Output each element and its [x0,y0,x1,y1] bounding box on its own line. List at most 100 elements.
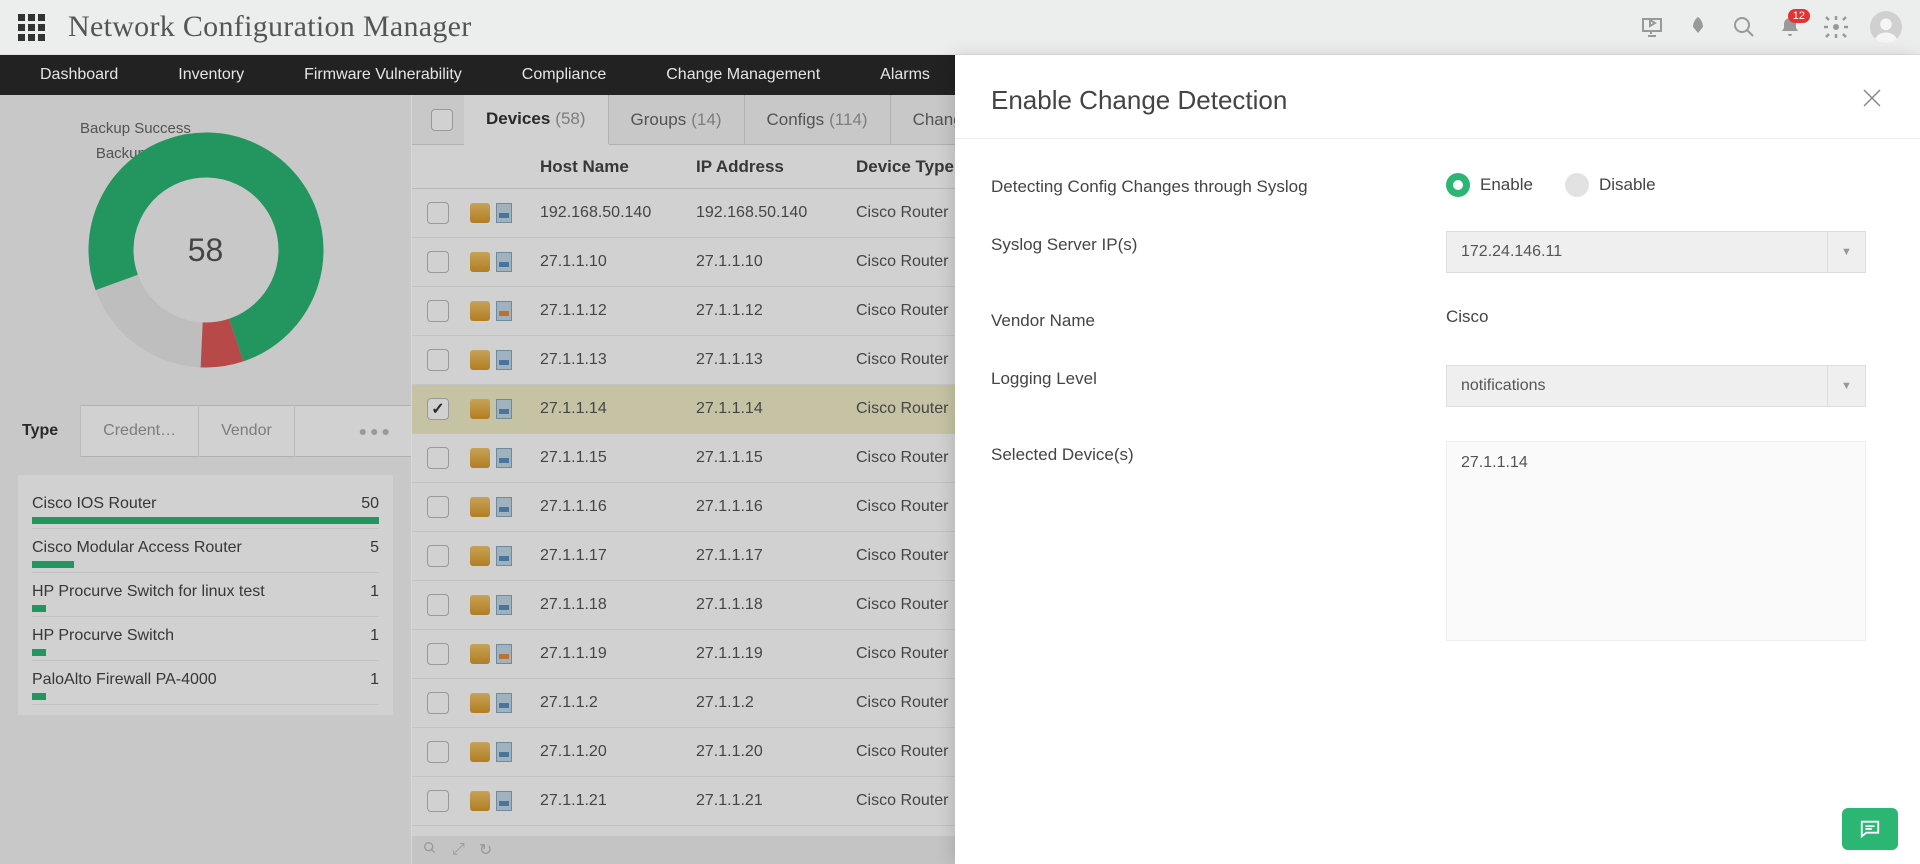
key-icon[interactable] [470,497,490,517]
tab-groups[interactable]: Groups (14) [609,95,745,145]
key-icon[interactable] [470,252,490,272]
type-name: Cisco Modular Access Router [32,539,242,557]
label-detect-syslog: Detecting Config Changes through Syslog [991,173,1446,197]
selected-devices-box[interactable]: 27.1.1.14 [1446,441,1866,641]
key-icon[interactable] [470,791,490,811]
row-checkbox[interactable] [427,692,449,714]
presentation-icon[interactable] [1640,15,1664,39]
footer-refresh-icon[interactable]: ↻ [479,840,492,860]
bell-icon[interactable]: 12 [1778,15,1802,39]
config-doc-icon[interactable] [496,301,512,321]
type-count: 1 [370,627,379,645]
notification-badge: 12 [1788,9,1810,23]
nav-item-inventory[interactable]: Inventory [148,55,274,95]
cell-ip: 27.1.1.14 [696,400,856,418]
radio-enable[interactable]: Enable [1446,173,1533,197]
tab-configs[interactable]: Configs (114) [745,95,891,145]
key-icon[interactable] [470,399,490,419]
cell-hostname: 27.1.1.13 [536,351,696,369]
config-doc-icon[interactable] [496,399,512,419]
key-icon[interactable] [470,203,490,223]
row-checkbox[interactable] [427,643,449,665]
row-checkbox[interactable] [427,545,449,567]
col-ip[interactable]: IP Address [696,157,856,177]
key-icon[interactable] [470,301,490,321]
user-avatar[interactable] [1870,11,1902,43]
row-checkbox[interactable] [427,398,449,420]
type-name: HP Procurve Switch [32,627,174,645]
col-hostname[interactable]: Host Name [536,157,696,177]
nav-item-change-management[interactable]: Change Management [636,55,850,95]
cell-hostname: 27.1.1.17 [536,547,696,565]
cell-hostname: 27.1.1.14 [536,400,696,418]
select-syslog-ip[interactable]: 172.24.146.11▼ [1446,231,1866,273]
cell-ip: 27.1.1.15 [696,449,856,467]
config-doc-icon[interactable] [496,791,512,811]
donut-center-value: 58 [81,125,331,375]
nav-item-firmware-vulnerability[interactable]: Firmware Vulnerability [274,55,492,95]
key-icon[interactable] [470,448,490,468]
row-checkbox[interactable] [427,202,449,224]
nav-item-alarms[interactable]: Alarms [850,55,960,95]
footer-expand-icon[interactable]: ⤢ [452,841,465,859]
config-doc-icon[interactable] [496,203,512,223]
key-icon[interactable] [470,595,490,615]
cell-hostname: 192.168.50.140 [536,204,696,222]
type-name: HP Procurve Switch for linux test [32,583,265,601]
key-icon[interactable] [470,742,490,762]
select-logging-level[interactable]: notifications▼ [1446,365,1866,407]
config-doc-icon[interactable] [496,546,512,566]
rocket-icon[interactable] [1686,15,1710,39]
change-detection-panel: Enable Change Detection Detecting Config… [955,55,1920,864]
type-row[interactable]: HP Procurve Switch 1 [32,617,379,661]
label-syslog-ip: Syslog Server IP(s) [991,231,1446,255]
radio-disable[interactable]: Disable [1565,173,1656,197]
footer-search-icon[interactable] [422,840,438,861]
side-tab-vendor[interactable]: Vendor [199,405,295,457]
key-icon[interactable] [470,546,490,566]
side-tab-type[interactable]: Type [0,405,81,457]
row-checkbox[interactable] [427,741,449,763]
row-checkbox[interactable] [427,300,449,322]
config-doc-icon[interactable] [496,497,512,517]
cell-hostname: 27.1.1.10 [536,253,696,271]
apps-grid-icon[interactable] [18,14,46,41]
nav-item-compliance[interactable]: Compliance [492,55,636,95]
type-row[interactable]: PaloAlto Firewall PA-40001 [32,661,379,705]
key-icon[interactable] [470,693,490,713]
type-row[interactable]: Cisco IOS Router50 [32,485,379,529]
row-checkbox[interactable] [427,594,449,616]
search-icon[interactable] [1732,15,1756,39]
type-row[interactable]: HP Procurve Switch for linux test 1 [32,573,379,617]
topbar: Network Configuration Manager 12 [0,0,1920,55]
side-tab-credentials[interactable]: Credent… [81,405,199,457]
config-doc-icon[interactable] [496,693,512,713]
cell-ip: 27.1.1.18 [696,596,856,614]
row-checkbox[interactable] [427,496,449,518]
nav-item-dashboard[interactable]: Dashboard [10,55,148,95]
chevron-down-icon: ▼ [1827,366,1865,406]
config-doc-icon[interactable] [496,350,512,370]
row-checkbox[interactable] [427,349,449,371]
key-icon[interactable] [470,644,490,664]
config-doc-icon[interactable] [496,252,512,272]
row-checkbox[interactable] [427,790,449,812]
panel-close-icon[interactable] [1860,86,1884,115]
select-all-checkbox[interactable] [431,109,453,131]
config-doc-icon[interactable] [496,595,512,615]
side-tab-more-icon[interactable]: ●●● [295,423,411,439]
key-icon[interactable] [470,350,490,370]
type-count: 1 [370,583,379,601]
row-checkbox[interactable] [427,447,449,469]
config-doc-icon[interactable] [496,448,512,468]
config-doc-icon[interactable] [496,742,512,762]
row-checkbox[interactable] [427,251,449,273]
type-row[interactable]: Cisco Modular Access Router5 [32,529,379,573]
cell-ip: 27.1.1.13 [696,351,856,369]
tab-devices[interactable]: Devices (58) [464,95,609,145]
settings-gear-icon[interactable] [1824,15,1848,39]
sidebar: Backup Success Backup Failed 58 Type Cre… [0,95,412,864]
feedback-button[interactable] [1842,808,1898,850]
config-doc-icon[interactable] [496,644,512,664]
cell-ip: 27.1.1.16 [696,498,856,516]
